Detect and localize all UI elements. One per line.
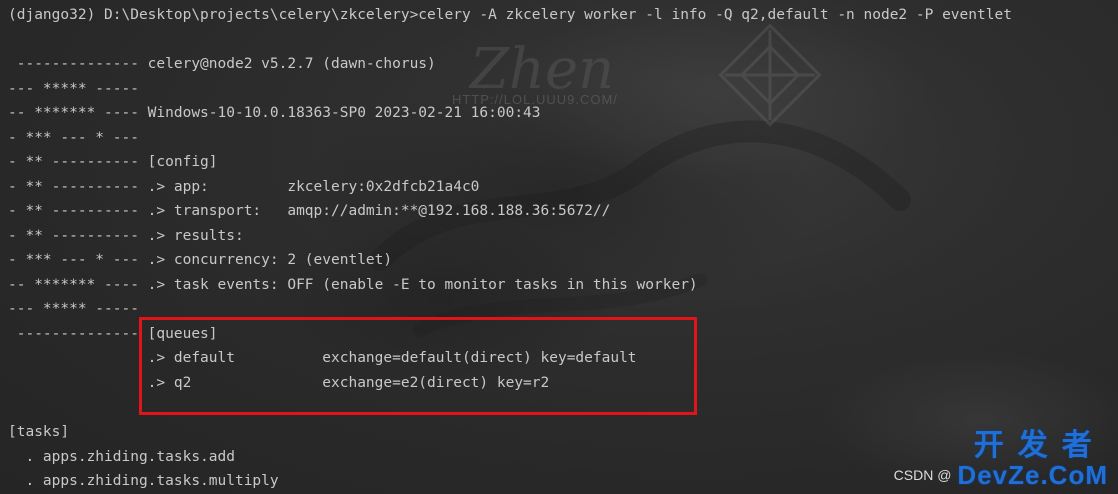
terminal-window[interactable]: Zhen HTTP://LOL.UUU9.COM/ (django32) D:\… [0, 0, 1118, 494]
terminal-line: - ** ---------- .> transport: amqp://adm… [8, 203, 611, 219]
tasks-header-line: [tasks] [8, 424, 70, 440]
task-add-line: . apps.zhiding.tasks.add [8, 449, 235, 465]
terminal-line: - *** --- * --- [8, 130, 139, 146]
devze-logo: 开发者 DevZe.CoM [957, 428, 1108, 490]
queues-highlight-box [139, 317, 697, 415]
terminal-line: -- ******* ---- .> task events: OFF (ena… [8, 277, 698, 293]
devze-logo-cn: 开发者 [973, 428, 1106, 463]
command-line: (django32) D:\Desktop\projects\celery\zk… [8, 7, 1012, 23]
terminal-line: - *** --- * --- .> concurrency: 2 (event… [8, 252, 393, 268]
terminal-line: - ** ---------- .> app: zkcelery:0x2dfcb… [8, 179, 480, 195]
terminal-line: -------------- celery@node2 v5.2.7 (dawn… [8, 56, 436, 72]
watermark: CSDN @ 开发者 DevZe.CoM [893, 428, 1108, 490]
devze-logo-en: DevZe.CoM [957, 460, 1108, 490]
task-multiply-line: . apps.zhiding.tasks.multiply [8, 473, 279, 489]
terminal-line: --- ***** ----- [8, 81, 139, 97]
csdn-watermark: CSDN @ [893, 467, 952, 483]
terminal-line: -- ******* ---- Windows-10-10.0.18363-SP… [8, 105, 541, 121]
terminal-line: - ** ---------- .> results: [8, 228, 244, 244]
terminal-line: - ** ---------- [config] [8, 154, 218, 170]
emblem-icon [718, 23, 822, 127]
background-signature: Zhen [468, 37, 614, 102]
background-artwork: Zhen HTTP://LOL.UUU9.COM/ [260, 0, 1118, 490]
terminal-line: --- ***** ----- [8, 301, 139, 317]
